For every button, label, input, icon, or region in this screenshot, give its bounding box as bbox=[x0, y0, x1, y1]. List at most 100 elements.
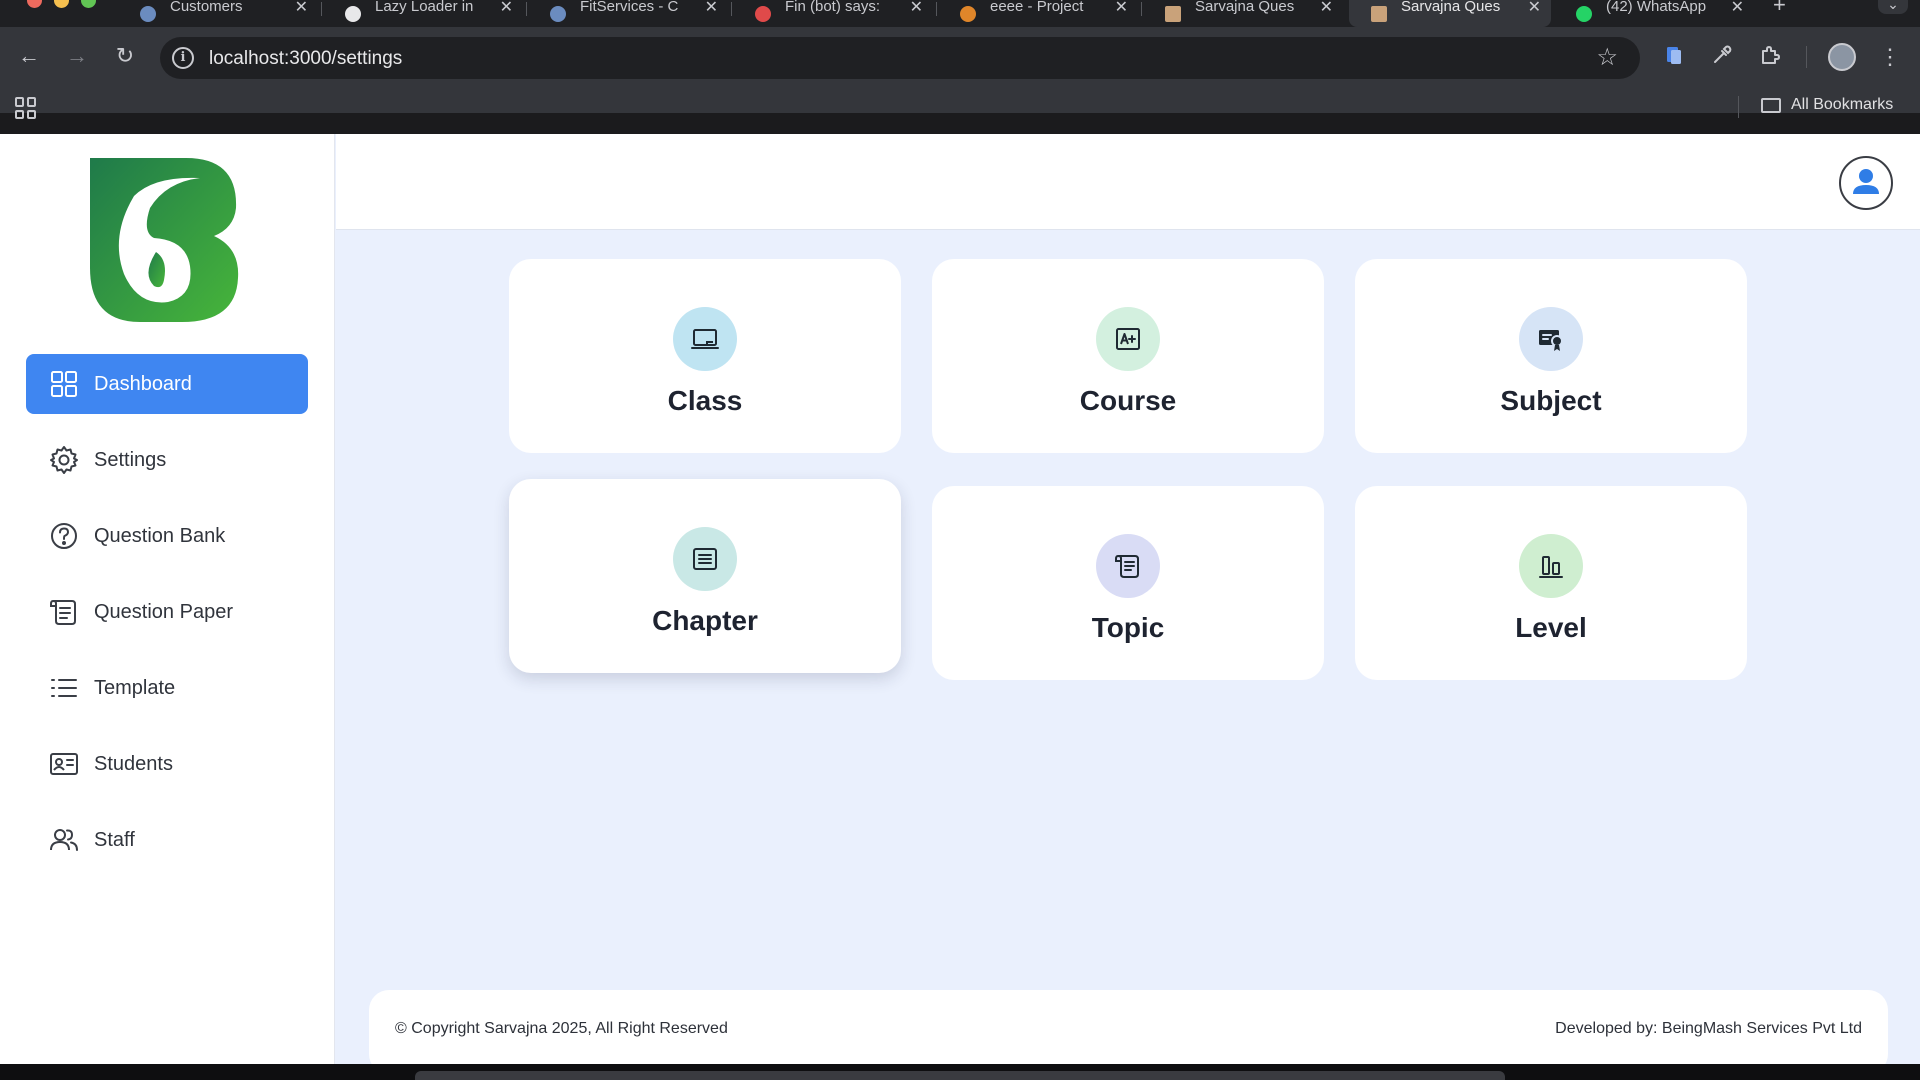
settings-card-subject[interactable]: Subject bbox=[1355, 259, 1747, 453]
reload-button[interactable]: ↻ bbox=[111, 42, 139, 70]
tab-search-button[interactable]: ⌄ bbox=[1878, 0, 1908, 14]
address-bar[interactable]: i localhost:3000/settings ☆ bbox=[160, 37, 1640, 79]
tab-favicon-icon bbox=[1576, 5, 1592, 22]
page-footer: © Copyright Sarvajna 2025, All Right Res… bbox=[369, 990, 1888, 1064]
card-label: Topic bbox=[1091, 612, 1165, 643]
top-header bbox=[336, 134, 1920, 230]
tab-favicon-icon bbox=[960, 5, 976, 22]
tab-divider bbox=[321, 2, 322, 16]
window-zoom-button[interactable] bbox=[81, 0, 96, 8]
address-url[interactable]: localhost:3000/settings bbox=[209, 48, 402, 70]
tab-divider bbox=[936, 2, 937, 16]
scroll-icon bbox=[50, 599, 76, 625]
developer-credit: Developed by: BeingMash Services Pvt Ltd bbox=[1555, 1020, 1862, 1037]
settings-card-chapter[interactable]: Chapter bbox=[509, 479, 901, 673]
browser-tab-active[interactable]: Sarvajna Ques ✕ bbox=[1349, 0, 1551, 27]
site-info-icon[interactable]: i bbox=[172, 47, 194, 69]
window-close-button[interactable] bbox=[27, 0, 42, 8]
notes-icon bbox=[693, 548, 717, 570]
tab-title: (42) WhatsApp bbox=[1606, 0, 1707, 15]
sidebar-item-label: Question Bank bbox=[94, 524, 226, 547]
card-icon-badge bbox=[1096, 307, 1160, 371]
tab-title: Sarvajna Ques bbox=[1195, 0, 1295, 15]
all-bookmarks-label: All Bookmarks bbox=[1791, 96, 1894, 113]
tab-title: FitServices - C bbox=[580, 0, 679, 15]
tab-divider bbox=[1141, 2, 1142, 16]
brand-logo[interactable] bbox=[90, 156, 240, 324]
extension-docs-icon[interactable] bbox=[1661, 44, 1687, 70]
tab-close-icon[interactable]: ✕ bbox=[1731, 0, 1744, 17]
card-label: Level bbox=[1515, 612, 1587, 643]
all-bookmarks-button[interactable]: All Bookmarks bbox=[1761, 96, 1893, 114]
sidebar-item-question-bank[interactable]: Question Bank bbox=[26, 506, 308, 566]
settings-card-level[interactable]: Level bbox=[1355, 486, 1747, 680]
browser-tab[interactable]: Lazy Loader in ✕ bbox=[323, 0, 523, 27]
bookmark-star-icon[interactable]: ☆ bbox=[1596, 43, 1618, 72]
tab-close-icon[interactable]: ✕ bbox=[295, 0, 308, 17]
tab-close-icon[interactable]: ✕ bbox=[1528, 0, 1541, 17]
new-tab-button[interactable]: + bbox=[1773, 0, 1786, 18]
sidebar-item-settings[interactable]: Settings bbox=[26, 430, 308, 490]
sidebar-item-label: Students bbox=[94, 752, 173, 775]
settings-card-class[interactable]: Class bbox=[509, 259, 901, 453]
sidebar-item-staff[interactable]: Staff bbox=[26, 810, 308, 870]
bookmarks-divider bbox=[1738, 96, 1739, 118]
back-button[interactable]: ← bbox=[15, 42, 43, 70]
tab-title: Sarvajna Ques bbox=[1401, 0, 1501, 15]
sidebar-item-question-paper[interactable]: Question Paper bbox=[26, 582, 308, 642]
tab-favicon-icon bbox=[1371, 5, 1387, 22]
sidebar: Dashboard Settings Question Bank Questio… bbox=[0, 134, 335, 1064]
list-icon bbox=[51, 679, 77, 697]
gear-icon bbox=[50, 446, 78, 474]
card-icon-badge bbox=[1519, 307, 1583, 371]
sidebar-item-label: Staff bbox=[94, 828, 135, 851]
sidebar-item-dashboard[interactable]: Dashboard bbox=[26, 354, 308, 414]
tab-close-icon[interactable]: ✕ bbox=[910, 0, 923, 17]
sidebar-item-students[interactable]: Students bbox=[26, 734, 308, 794]
card-icon-badge bbox=[673, 527, 737, 591]
extensions-puzzle-icon[interactable] bbox=[1757, 44, 1783, 70]
card-label: Subject bbox=[1500, 385, 1602, 416]
browser-tab[interactable]: (42) WhatsApp ✕ bbox=[1554, 0, 1754, 27]
dock-bar bbox=[415, 1071, 1505, 1080]
scroll-icon bbox=[1115, 554, 1139, 578]
toolbar-divider bbox=[1806, 46, 1807, 68]
settings-card-course[interactable]: Course bbox=[932, 259, 1324, 453]
apps-grid-icon[interactable] bbox=[15, 97, 37, 119]
tab-close-icon[interactable]: ✕ bbox=[500, 0, 513, 17]
monitor-icon bbox=[691, 329, 719, 349]
card-label: Chapter bbox=[652, 605, 758, 636]
certificate-icon bbox=[1539, 330, 1563, 351]
profile-avatar[interactable] bbox=[1828, 43, 1856, 71]
tab-title: Lazy Loader in bbox=[375, 0, 474, 15]
forward-button[interactable]: → bbox=[63, 42, 91, 70]
browser-tab[interactable]: FitServices - C ✕ bbox=[528, 0, 728, 27]
eyedropper-icon[interactable] bbox=[1709, 44, 1735, 70]
bar-level-icon bbox=[1539, 556, 1563, 578]
browser-tab[interactable]: Fin (bot) says: ✕ bbox=[733, 0, 933, 27]
browser-tab[interactable]: eeee - Project ✕ bbox=[938, 0, 1138, 27]
tab-title: eeee - Project bbox=[990, 0, 1084, 15]
sidebar-item-template[interactable]: Template bbox=[26, 658, 308, 718]
settings-card-topic[interactable]: Topic bbox=[932, 486, 1324, 680]
sidebar-item-label: Question Paper bbox=[94, 600, 233, 623]
tab-favicon-icon bbox=[550, 5, 566, 22]
window-minimize-button[interactable] bbox=[54, 0, 69, 8]
browser-tab[interactable]: Customers ✕ bbox=[118, 0, 318, 27]
tab-close-icon[interactable]: ✕ bbox=[1320, 0, 1333, 17]
tab-close-icon[interactable]: ✕ bbox=[1115, 0, 1128, 17]
copyright-text: © Copyright Sarvajna 2025, All Right Res… bbox=[395, 1020, 728, 1037]
tab-favicon-icon bbox=[140, 5, 156, 22]
browser-tab[interactable]: Sarvajna Ques ✕ bbox=[1143, 0, 1343, 27]
app-viewport: Dashboard Settings Question Bank Questio… bbox=[0, 134, 1920, 1064]
user-menu-button[interactable] bbox=[1839, 156, 1893, 210]
tab-close-icon[interactable]: ✕ bbox=[705, 0, 718, 17]
more-menu-icon[interactable]: ⋮ bbox=[1877, 44, 1903, 70]
tab-favicon-icon bbox=[1165, 5, 1181, 22]
card-icon-badge bbox=[1519, 534, 1583, 598]
grade-a-plus-icon bbox=[1116, 328, 1140, 350]
tab-divider bbox=[526, 2, 527, 16]
tab-title: Customers bbox=[170, 0, 243, 15]
sidebar-item-label: Template bbox=[94, 676, 176, 699]
users-icon bbox=[50, 829, 78, 851]
